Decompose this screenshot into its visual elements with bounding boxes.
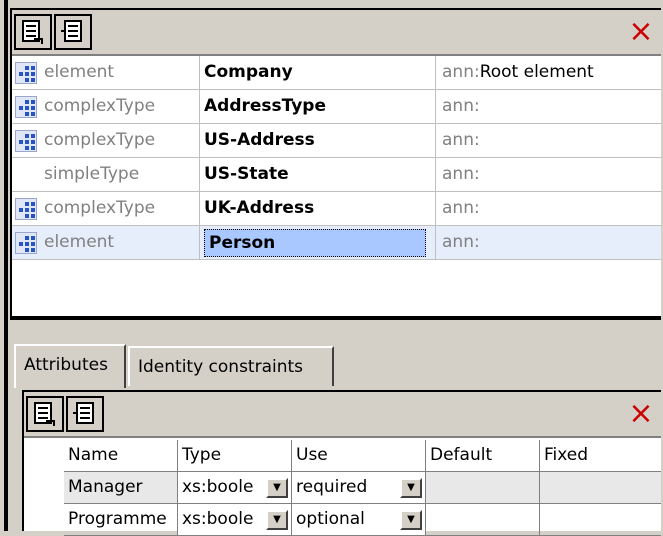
chevron-down-icon[interactable]: ▼ [266,510,288,530]
window-left-border [4,0,8,531]
delete-attribute-icon[interactable]: × [627,398,655,430]
append-attribute-icon[interactable] [26,396,64,432]
component-row[interactable]: simpleType US-State ann: [12,158,661,192]
delete-attribute-glyph: × [628,396,654,431]
annotation-prefix: ann: [442,96,480,116]
component-name[interactable]: AddressType [202,90,436,123]
tab-attributes-label: Attributes [24,355,108,375]
component-kind: simpleType [44,158,200,191]
component-name-text: UK-Address [204,198,315,218]
component-name[interactable]: US-Address [202,124,436,157]
components-toolbar: × [12,10,661,56]
component-icon-cell [14,192,38,225]
attribute-use-value: optional [296,509,365,529]
chevron-down-icon[interactable]: ▼ [266,478,288,498]
annotation-prefix: ann: [442,198,480,218]
component-name[interactable]: Company [202,56,436,89]
attribute-row[interactable]: Manager xs:boole ▼ required ▼ [64,472,661,504]
column-header-name[interactable]: Name [64,440,178,471]
attributes-grid: Name Type Use Default Fixed Manager xs:b… [64,440,661,536]
attribute-row[interactable]: Programme xs:boole ▼ optional ▼ [64,504,661,536]
attributes-header-row: Name Type Use Default Fixed [64,440,661,472]
attribute-default-cell[interactable] [426,472,540,503]
annotation-prefix: ann: [442,232,480,252]
attributes-toolbar: × [24,392,661,438]
component-icon-cell [14,90,38,123]
attribute-name-cell[interactable]: Manager [64,472,178,503]
attribute-use-select[interactable]: required ▼ [292,472,426,503]
component-annotation[interactable]: ann: [436,90,661,123]
schema-overview-window: × element Company ann:Root element complexT… [0,0,663,536]
attribute-type-select[interactable]: xs:boole ▼ [178,472,292,503]
component-kind: complexType [44,90,200,123]
component-icon-cell [14,56,38,89]
column-header-default[interactable]: Default [426,440,540,471]
component-icon-cell [14,158,38,191]
component-icon-cell [14,226,38,259]
attributes-panel: × Name Type Use Default Fixed Manager xs… [22,390,661,536]
component-name[interactable]: UK-Address [202,192,436,225]
component-name[interactable]: US-State [202,158,436,191]
attribute-fixed-cell[interactable] [540,472,663,503]
component-name-text: AddressType [204,96,327,116]
component-icon[interactable] [15,197,37,220]
component-annotation[interactable]: ann: [436,158,661,191]
tab-identity-constraints-label: Identity constraints [138,357,304,377]
column-header-use[interactable]: Use [292,440,426,471]
attribute-type-value: xs:boole [182,477,254,497]
column-header-fixed[interactable]: Fixed [540,440,663,471]
annotation-prefix: ann: [442,130,480,150]
chevron-down-icon[interactable]: ▼ [400,478,422,498]
component-name-text: Person [204,229,426,257]
tab-identity-constraints[interactable]: Identity constraints [128,346,334,386]
chevron-down-icon[interactable]: ▼ [400,510,422,530]
column-header-type[interactable]: Type [178,440,292,471]
append-icon[interactable] [14,14,52,50]
component-icon[interactable] [15,61,37,84]
attribute-use-value: required [296,477,368,497]
component-name-text: Company [204,62,293,82]
insert-attribute-icon[interactable] [66,396,104,432]
attribute-name-cell[interactable]: Programme [64,504,178,535]
component-name-text: US-State [204,164,289,184]
component-kind: element [44,56,200,89]
component-kind: complexType [44,124,200,157]
attribute-default-cell[interactable] [426,504,540,535]
components-panel: × element Company ann:Root element complexT… [10,8,661,318]
component-icon[interactable] [15,129,37,152]
component-icon[interactable] [15,231,37,254]
attribute-use-select[interactable]: optional ▼ [292,504,426,535]
component-name[interactable]: Person [202,226,436,259]
component-name-text: US-Address [204,130,315,150]
close-icon[interactable]: × [627,16,655,48]
component-row[interactable]: element Company ann:Root element [12,56,661,90]
component-annotation[interactable]: ann:Root element [436,56,661,89]
panel-splitter[interactable] [10,318,661,330]
annotation-prefix: ann: [442,164,480,184]
attribute-type-select[interactable]: xs:boole ▼ [178,504,292,535]
component-icon-cell [14,124,38,157]
insert-icon[interactable] [54,14,92,50]
attribute-type-value: xs:boole [182,509,254,529]
component-icon[interactable] [15,95,37,118]
tab-attributes[interactable]: Attributes [14,344,126,388]
component-row[interactable]: element Person ann: [12,226,661,260]
component-row[interactable]: complexType UK-Address ann: [12,192,661,226]
component-row[interactable]: complexType AddressType ann: [12,90,661,124]
component-annotation[interactable]: ann: [436,124,661,157]
component-annotation[interactable]: ann: [436,192,661,225]
component-annotation[interactable]: ann: [436,226,661,259]
component-kind: element [44,226,200,259]
annotation-text: Root element [479,62,594,82]
close-glyph: × [628,14,654,49]
attribute-fixed-cell[interactable] [540,504,663,535]
component-row[interactable]: complexType US-Address ann: [12,124,661,158]
annotation-prefix: ann: [442,62,480,82]
component-kind: complexType [44,192,200,225]
